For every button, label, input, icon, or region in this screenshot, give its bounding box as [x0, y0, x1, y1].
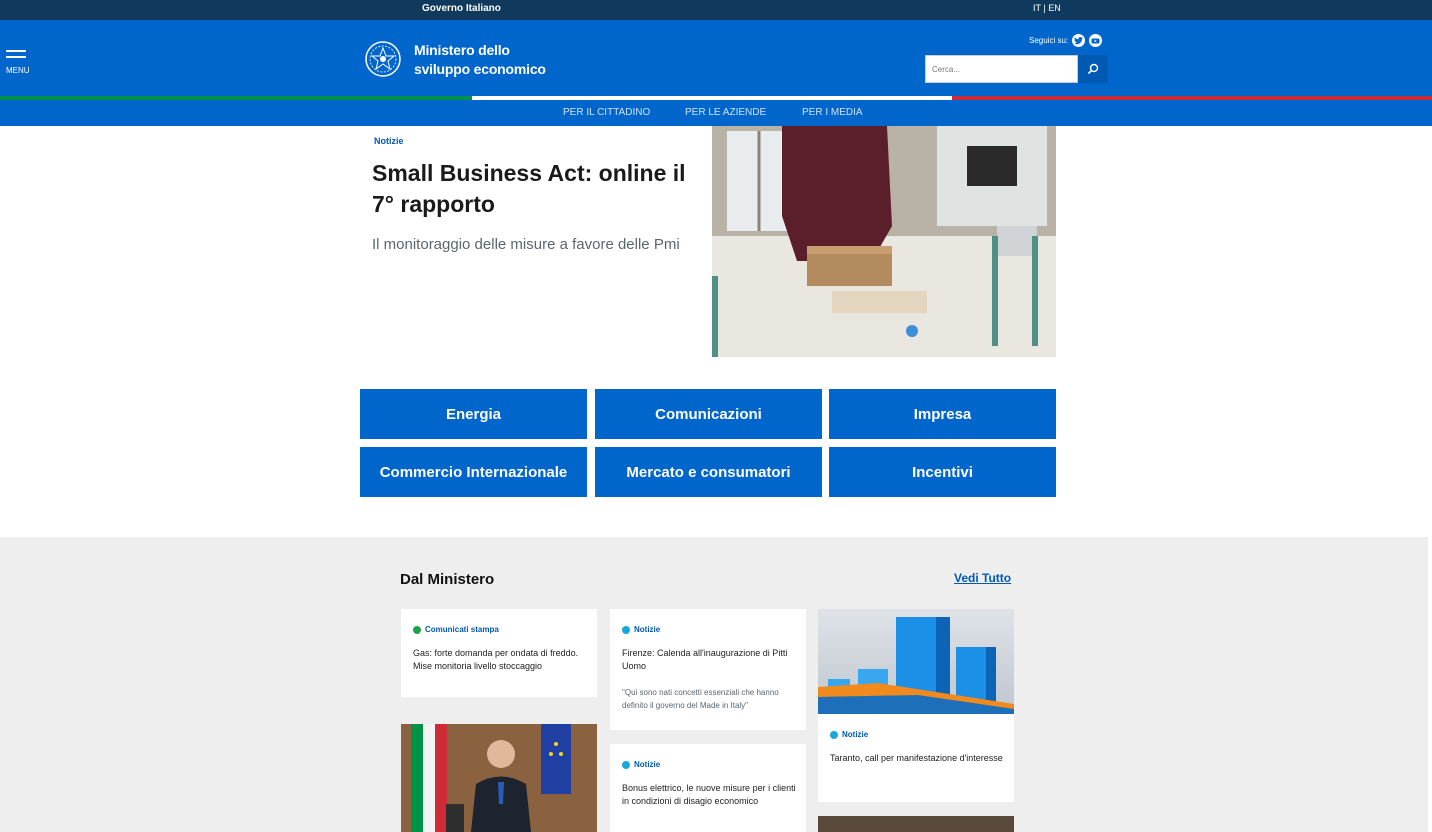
menu-button[interactable]: MENU	[6, 50, 30, 75]
hero-category-tag[interactable]: Notizie	[374, 136, 404, 146]
news-card-tag: Notizie	[830, 730, 868, 739]
news-card[interactable]: Comunicati stampa Gas: forte domanda per…	[401, 609, 597, 697]
category-dot-icon	[622, 760, 630, 769]
news-card-tag: Comunicati stampa	[413, 625, 499, 634]
news-card-title: Bonus elettrico, le nuove misure per i c…	[622, 783, 796, 806]
category-dot-icon	[622, 625, 630, 634]
nav-item-aziende[interactable]: PER LE AZIENDE	[685, 107, 766, 118]
news-card[interactable]: Notizie Taranto, call per manifestazione…	[818, 609, 1014, 802]
news-card-tag-label: Comunicati stampa	[425, 625, 499, 634]
menu-label: MENU	[6, 66, 30, 75]
news-card-title: Taranto, call per manifestazione d'inter…	[830, 753, 1003, 763]
ministry-brand[interactable]: Ministero dello sviluppo economico	[414, 41, 546, 79]
category-comunicazioni-button[interactable]: Comunicazioni	[595, 389, 822, 439]
section-title: Dal Ministero	[400, 571, 495, 588]
government-link[interactable]: Governo Italiano	[422, 3, 501, 14]
hero-subtitle: Il monitoraggio delle misure a favore de…	[372, 236, 680, 253]
government-bar: Governo Italiano IT | EN	[0, 0, 1432, 20]
hero-image[interactable]	[712, 126, 1056, 357]
see-all-link[interactable]: Vedi Tutto	[954, 571, 1011, 585]
emblem-logo-icon[interactable]	[364, 39, 402, 79]
category-dot-icon	[413, 625, 421, 634]
brand-line-2: sviluppo economico	[414, 61, 546, 77]
news-card-title: Firenze: Calenda all'inaugurazione di Pi…	[622, 648, 788, 671]
news-section: Dal Ministero Vedi Tutto Comunicati stam…	[0, 537, 1428, 832]
lang-it-link[interactable]: IT	[1033, 3, 1041, 13]
twitter-icon[interactable]	[1072, 34, 1086, 47]
hamburger-icon-line	[6, 56, 26, 58]
category-impresa-button[interactable]: Impresa	[829, 389, 1056, 439]
news-card-tag: Notizie	[622, 625, 660, 634]
news-card-title: Gas: forte domanda per ondata di freddo.…	[413, 648, 579, 671]
social-label: Seguici su:	[1029, 36, 1069, 45]
audience-nav: PER IL CITTADINO PER LE AZIENDE PER I ME…	[0, 100, 1432, 126]
hero-title[interactable]: Small Business Act: online il 7° rapport…	[372, 158, 702, 220]
news-card[interactable]: Notizie Bonus elettrico, le nuove misure…	[610, 744, 806, 832]
news-card-quote: "Qui sono nati concetti essenziali che h…	[622, 688, 779, 710]
hamburger-icon	[6, 50, 26, 52]
language-switcher: IT | EN	[1033, 3, 1061, 13]
news-card-image[interactable]	[401, 724, 597, 832]
news-card-tag-label: Notizie	[634, 625, 661, 634]
brand-line-1: Ministero dello	[414, 42, 510, 58]
news-card-tag-label: Notizie	[842, 730, 869, 739]
nav-item-media[interactable]: PER I MEDIA	[802, 107, 863, 118]
category-energia-button[interactable]: Energia	[360, 389, 587, 439]
search-input[interactable]	[925, 55, 1078, 83]
site-header: MENU Ministero dello sviluppo economico …	[0, 20, 1432, 96]
news-card[interactable]: Notizie Firenze: Calenda all'inaugurazio…	[610, 609, 806, 730]
news-card-tag: Notizie	[622, 760, 660, 769]
category-incentivi-button[interactable]: Incentivi	[829, 447, 1056, 497]
news-card-image[interactable]	[818, 816, 1014, 832]
category-mercato-button[interactable]: Mercato e consumatori	[595, 447, 822, 497]
lang-en-link[interactable]: EN	[1048, 3, 1061, 13]
category-dot-icon	[830, 730, 838, 739]
search-button[interactable]	[1078, 55, 1108, 83]
search-bar	[925, 55, 1108, 83]
nav-item-cittadino[interactable]: PER IL CITTADINO	[563, 107, 650, 118]
youtube-icon[interactable]	[1089, 34, 1103, 47]
social-links: Seguici su:	[1029, 34, 1103, 47]
search-icon	[1087, 63, 1099, 75]
news-card-tag-label: Notizie	[634, 760, 661, 769]
news-card-image	[818, 609, 1014, 714]
category-commercio-button[interactable]: Commercio Internazionale	[360, 447, 587, 497]
